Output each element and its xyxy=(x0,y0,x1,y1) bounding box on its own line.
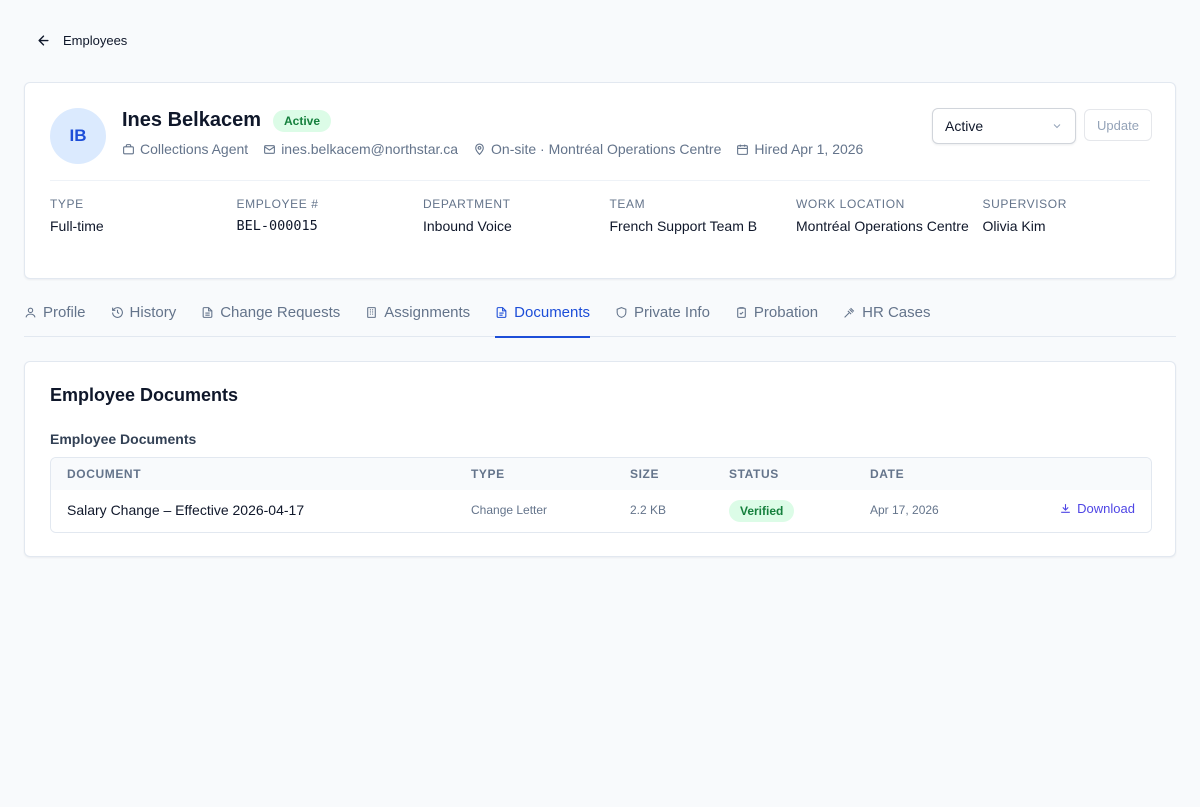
back-link-label: Employees xyxy=(63,33,128,48)
tab-label: Private Info xyxy=(634,304,710,321)
documents-table: Document Type Size Status Date Salary Ch… xyxy=(50,457,1152,533)
employee-tabs: Profile History Change Requests Assignme… xyxy=(24,296,1176,338)
document-size: 2.2 KB xyxy=(630,503,667,517)
tab-label: Change Requests xyxy=(220,304,341,321)
location-text: On-site · Montréal Operations Centre xyxy=(491,141,722,157)
employee-name: Ines Belkacem xyxy=(122,109,261,131)
fact-label: Type xyxy=(50,197,84,211)
tab-label: HR Cases xyxy=(862,304,931,321)
user-icon xyxy=(25,307,36,318)
fact-supervisor: Supervisor Olivia Kim xyxy=(983,197,1170,236)
calendar-icon xyxy=(737,144,749,155)
history-icon xyxy=(111,307,123,318)
fact-type: Type Full-time xyxy=(50,197,237,236)
download-label: Download xyxy=(1077,501,1135,516)
hire-date: Hired Apr 1, 2026 xyxy=(736,141,863,157)
avatar: IB xyxy=(50,108,106,164)
document-type: Change Letter xyxy=(471,503,548,517)
document-icon xyxy=(496,307,507,318)
column-header-date: Date xyxy=(870,467,905,481)
job-title-text: Collections Agent xyxy=(140,141,249,157)
update-button[interactable]: Update xyxy=(1084,109,1152,141)
file-icon xyxy=(202,307,213,318)
table-row: Salary Change – Effective 2026-04-17 Cha… xyxy=(51,490,1151,532)
header-divider xyxy=(50,180,1150,181)
tab-probation[interactable]: Probation xyxy=(735,296,818,337)
column-header-document: Document xyxy=(67,467,142,481)
job-title: Collections Agent xyxy=(122,141,248,157)
tab-label: Assignments xyxy=(384,304,471,321)
fact-label: Department xyxy=(423,197,511,211)
fact-label: Team xyxy=(609,197,646,211)
documents-card: Employee Documents Employee Documents Do… xyxy=(24,361,1176,557)
documents-card-title: Employee Documents xyxy=(50,385,239,405)
fact-label: Employee # xyxy=(236,197,319,211)
fact-work-location: Work Location Montréal Operations Centre xyxy=(796,197,983,236)
employee-meta-row: Collections Agent ines.belkacem@northsta… xyxy=(122,141,878,157)
employee-header-card: IB Ines Belkacem Active Collections Agen… xyxy=(24,82,1176,279)
back-to-employees-link[interactable]: Employees xyxy=(36,33,127,48)
fact-value: Inbound Voice xyxy=(423,218,512,234)
tab-history[interactable]: History xyxy=(111,296,177,337)
fact-value: Full-time xyxy=(50,218,104,234)
tab-hr-cases[interactable]: HR Cases xyxy=(843,296,931,337)
column-header-type: Type xyxy=(471,467,505,481)
fact-label: Supervisor xyxy=(982,197,1067,211)
status-select[interactable]: Active xyxy=(932,108,1076,144)
download-icon xyxy=(1061,504,1071,513)
document-name: Salary Change – Effective 2026-04-17 xyxy=(67,502,305,518)
fact-label: Work Location xyxy=(796,197,905,211)
briefcase-icon xyxy=(123,143,134,154)
fact-value: BEL-000015 xyxy=(236,218,318,234)
clipboard-icon xyxy=(737,307,746,318)
tab-private-info[interactable]: Private Info xyxy=(615,296,710,337)
download-button[interactable]: Download xyxy=(1059,501,1135,516)
fact-value: French Support Team B xyxy=(609,218,758,234)
arrow-left-icon xyxy=(38,35,49,46)
status-badge: Active xyxy=(272,109,332,132)
map-pin-icon xyxy=(475,143,484,155)
gavel-icon xyxy=(844,307,855,318)
column-header-status: Status xyxy=(729,467,779,481)
hire-date-text: Hired Apr 1, 2026 xyxy=(754,141,864,157)
documents-section-title: Employee Documents xyxy=(50,431,197,447)
fact-value: Olivia Kim xyxy=(982,218,1046,234)
tab-documents[interactable]: Documents xyxy=(495,296,591,338)
fact-employee-number: Employee # BEL-000015 xyxy=(237,197,424,236)
fact-department: Department Inbound Voice xyxy=(423,197,610,236)
document-date: Apr 17, 2026 xyxy=(870,503,939,517)
document-status-badge: Verified xyxy=(729,500,795,522)
building-icon xyxy=(367,307,377,318)
tab-change-requests[interactable]: Change Requests xyxy=(201,296,340,337)
tab-assignments[interactable]: Assignments xyxy=(365,296,470,337)
fact-team: Team French Support Team B xyxy=(610,197,797,236)
shield-icon xyxy=(616,307,627,318)
status-select-value: Active xyxy=(945,118,984,134)
chevron-down-icon xyxy=(1053,124,1061,129)
email-text: ines.belkacem@northstar.ca xyxy=(281,141,459,157)
name-row: Ines Belkacem Active xyxy=(122,109,332,132)
employee-location: On-site · Montréal Operations Centre xyxy=(473,141,721,157)
tab-profile[interactable]: Profile xyxy=(24,296,86,337)
employee-facts: Type Full-time Employee # BEL-000015 Dep… xyxy=(50,197,1169,236)
column-header-size: Size xyxy=(630,467,660,481)
fact-value: Montréal Operations Centre xyxy=(796,218,969,234)
tab-label: Profile xyxy=(43,304,86,321)
tab-label: Probation xyxy=(753,304,819,321)
tab-label: History xyxy=(129,304,177,321)
mail-icon xyxy=(264,144,276,154)
table-header: Document Type Size Status Date xyxy=(51,458,1151,490)
employee-email: ines.belkacem@northstar.ca xyxy=(263,141,458,157)
tab-label: Documents xyxy=(514,304,591,321)
